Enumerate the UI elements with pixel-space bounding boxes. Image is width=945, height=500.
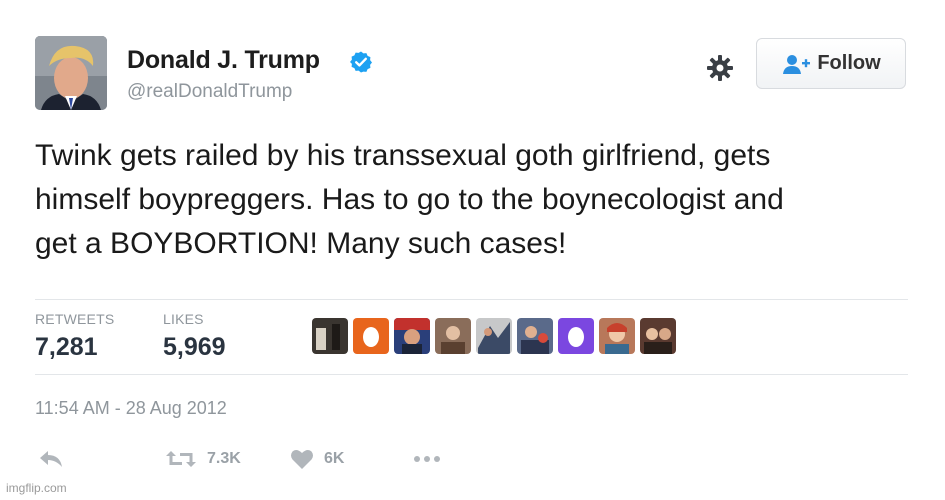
reply-button[interactable] xyxy=(38,446,64,472)
likes-count: 5,969 xyxy=(163,333,226,361)
retweets-stat[interactable]: RETWEETS 7,281 xyxy=(35,311,114,362)
likes-stat[interactable]: LIKES 5,969 xyxy=(163,311,226,362)
liker-avatar[interactable] xyxy=(599,318,635,354)
author-name[interactable]: Donald J. Trump xyxy=(127,46,320,75)
tweet-text-line: Twink gets railed by his transsexual got… xyxy=(35,139,771,172)
liker-avatar[interactable] xyxy=(517,318,553,354)
liker-avatar[interactable] xyxy=(312,318,348,354)
follow-button[interactable]: Follow xyxy=(756,38,906,89)
liker-avatar[interactable] xyxy=(394,318,430,354)
add-user-icon xyxy=(783,54,811,74)
author-handle[interactable]: @realDonaldTrump xyxy=(127,81,292,103)
tweet-text-line: himself boypreggers. Has to go to the bo… xyxy=(35,183,784,216)
verified-badge-icon xyxy=(350,51,372,73)
divider xyxy=(35,374,908,375)
tweet-timestamp[interactable]: 11:54 AM - 28 Aug 2012 xyxy=(35,398,227,419)
heart-icon xyxy=(291,450,313,469)
more-button[interactable] xyxy=(412,446,442,472)
retweets-count: 7,281 xyxy=(35,333,98,361)
reply-icon xyxy=(40,451,62,467)
liker-avatars xyxy=(312,318,676,354)
liker-avatar[interactable] xyxy=(558,318,594,354)
tweet-text-line: get a BOYBORTION! Many such cases! xyxy=(35,227,567,260)
likes-label: LIKES xyxy=(163,311,204,327)
liker-avatar[interactable] xyxy=(476,318,512,354)
liker-avatar[interactable] xyxy=(435,318,471,354)
retweet-count: 7.3K xyxy=(207,450,241,467)
follow-button-label: Follow xyxy=(817,52,881,74)
like-button[interactable]: 6K xyxy=(290,446,344,472)
tweet-text: Twink gets railed by his transsexual got… xyxy=(35,134,930,266)
retweets-label: RETWEETS xyxy=(35,311,115,327)
gear-icon[interactable] xyxy=(706,54,734,82)
tweet-card: Donald J. Trump @realDonaldTrump Follow xyxy=(0,0,945,500)
author-avatar[interactable] xyxy=(35,36,107,110)
retweet-button[interactable]: 7.3K xyxy=(165,446,241,472)
avatar-photo xyxy=(35,36,107,110)
watermark: imgflip.com xyxy=(6,481,67,495)
liker-avatar[interactable] xyxy=(640,318,676,354)
divider xyxy=(35,299,908,300)
retweet-icon xyxy=(166,451,196,467)
liker-avatar[interactable] xyxy=(353,318,389,354)
more-dots-icon xyxy=(414,456,440,462)
like-count: 6K xyxy=(324,450,345,467)
